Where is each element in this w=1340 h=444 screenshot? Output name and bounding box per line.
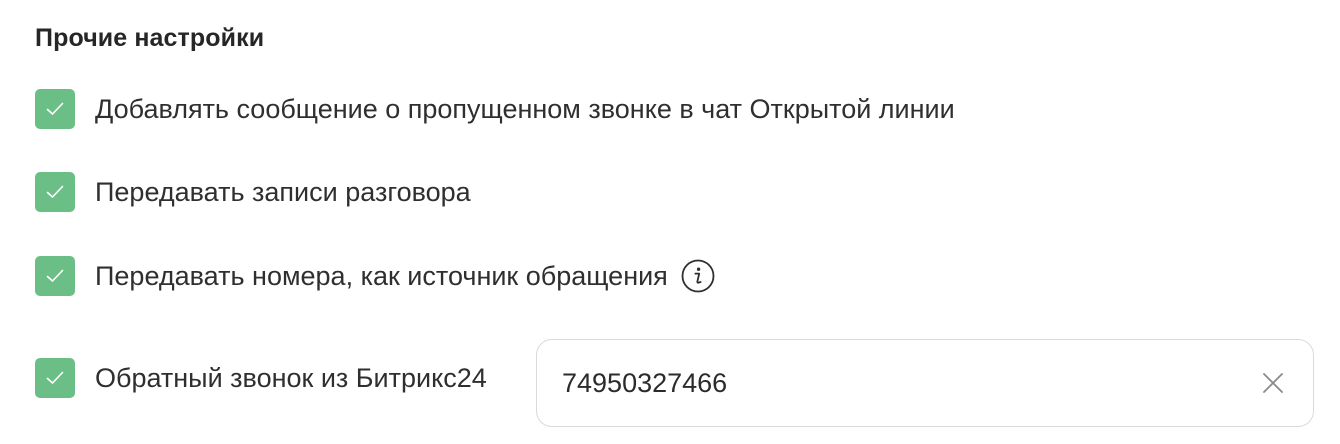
call-records-checkbox[interactable] bbox=[35, 172, 75, 212]
call-records-label: Передавать записи разговора bbox=[95, 176, 471, 207]
checkmark-icon bbox=[46, 269, 64, 282]
info-icon[interactable] bbox=[681, 259, 715, 293]
section-title: Прочие настройки bbox=[35, 24, 265, 52]
callback-bitrix-label: Обратный звонок из Битрикс24 bbox=[95, 362, 487, 393]
option-callback-bitrix[interactable]: Обратный звонок из Битрикс24 bbox=[35, 358, 487, 398]
close-icon bbox=[1263, 373, 1283, 393]
checkmark-icon bbox=[46, 185, 64, 198]
option-call-records[interactable]: Передавать записи разговора bbox=[35, 172, 471, 212]
missed-call-message-checkbox[interactable] bbox=[35, 89, 75, 129]
missed-call-message-label: Добавлять сообщение о пропущенном звонке… bbox=[95, 93, 955, 124]
checkmark-icon bbox=[46, 102, 64, 115]
callback-bitrix-checkbox[interactable] bbox=[35, 358, 75, 398]
callback-phone-field[interactable] bbox=[536, 339, 1314, 427]
option-missed-call-message[interactable]: Добавлять сообщение о пропущенном звонке… bbox=[35, 89, 955, 129]
option-numbers-as-source[interactable]: Передавать номера, как источник обращени… bbox=[35, 256, 715, 296]
callback-phone-input[interactable] bbox=[562, 363, 1222, 403]
numbers-as-source-label: Передавать номера, как источник обращени… bbox=[95, 260, 668, 291]
numbers-as-source-checkbox[interactable] bbox=[35, 256, 75, 296]
checkmark-icon bbox=[46, 371, 64, 384]
clear-button[interactable] bbox=[1261, 371, 1285, 395]
